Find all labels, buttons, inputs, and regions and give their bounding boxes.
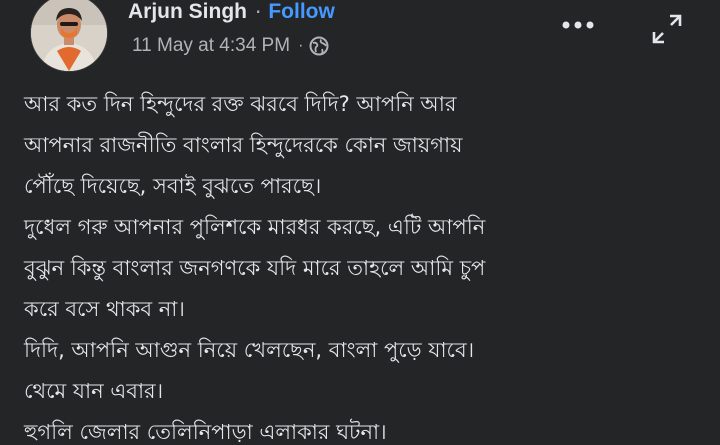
avatar-photo — [31, 0, 107, 71]
post-header: Arjun Singh · Follow — [128, 0, 335, 25]
post-text-line: থেমে যান এবার। — [24, 379, 164, 403]
post-timestamp[interactable]: 11 May at 4:34 PM — [132, 35, 290, 57]
more-horizontal-icon — [562, 21, 594, 29]
post-text-line: দুধেল গরু আপনার পুলিশকে মারধর করছে, এটি … — [24, 215, 486, 239]
post-text-line: আপনার রাজনীতি বাংলার হিন্দুদেরকে কোন জায… — [24, 133, 463, 157]
expand-icon — [652, 14, 682, 44]
post-text: আর কত দিন হিন্দুদের রক্ত ঝরবে দিদি? আপনি… — [24, 84, 714, 445]
post-text-line: বুঝুন কিন্তু বাংলার জনগণকে যদি মারে তাহল… — [24, 256, 486, 280]
post-text-line: দিদি, আপনি আগুন নিয়ে খেলছেন, বাংলা পুড়… — [24, 338, 475, 362]
follow-button[interactable]: Follow — [268, 0, 335, 24]
facebook-post: Arjun Singh · Follow 11 May at 4:34 PM · — [0, 0, 720, 445]
meta-separator: · — [298, 37, 304, 54]
post-text-line: পৌঁছে দিয়েছে, সবাই বুঝতে পারছে। — [24, 174, 322, 198]
post-text-line: হুগলি জেলার তেলিনিপাড়া এলাকার ঘটনা। — [24, 420, 387, 444]
more-options-button[interactable] — [558, 10, 598, 40]
author-name[interactable]: Arjun Singh — [128, 0, 247, 24]
globe-icon[interactable] — [309, 36, 329, 56]
expand-button[interactable] — [646, 8, 688, 50]
header-separator: · — [255, 0, 262, 24]
post-meta: 11 May at 4:34 PM · — [132, 34, 329, 58]
post-text-line: করে বসে থাকব না। — [24, 297, 185, 321]
author-avatar[interactable] — [30, 0, 108, 72]
post-text-line: আর কত দিন হিন্দুদের রক্ত ঝরবে দিদি? আপনি… — [24, 92, 457, 116]
